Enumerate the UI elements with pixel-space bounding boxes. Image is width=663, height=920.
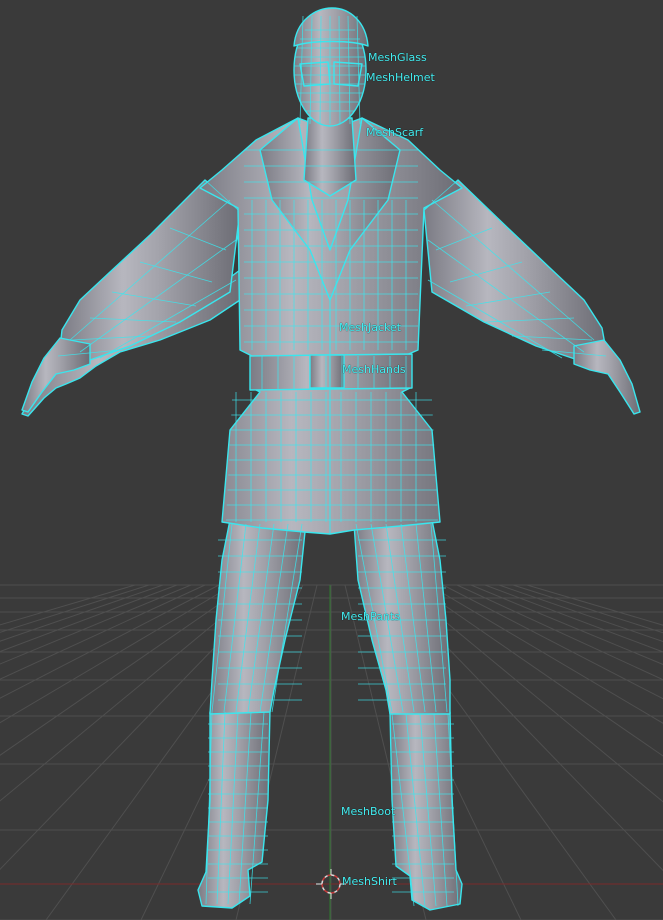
grid-line — [484, 584, 663, 653]
viewport-scene[interactable] — [0, 0, 663, 920]
belt-buckle[interactable] — [309, 354, 345, 389]
right-arm-mesh[interactable] — [423, 179, 607, 361]
grid-line — [512, 584, 663, 634]
grid-line — [0, 584, 234, 724]
object-label-shirt: MeshShirt — [342, 875, 397, 888]
object-label-helmet: MeshHelmet — [366, 71, 435, 84]
object-label-scarf: MeshScarf — [366, 126, 424, 139]
grid-line — [0, 584, 150, 633]
grid-line — [0, 584, 164, 642]
grid-line — [526, 584, 663, 626]
object-label-hands: MeshHands — [342, 363, 406, 376]
grid-line — [428, 584, 663, 724]
grid-line — [498, 584, 663, 643]
object-label-jacket: MeshJacket — [339, 321, 402, 334]
helmet-mesh[interactable] — [293, 7, 369, 47]
right-boot-mesh[interactable] — [389, 711, 463, 911]
object-label-boot: MeshBoot — [341, 805, 396, 818]
left-leg-mesh[interactable] — [209, 519, 307, 715]
grid-line — [0, 584, 136, 626]
grid-line — [442, 584, 663, 700]
object-label-pants: MeshPants — [341, 610, 400, 623]
3d-viewport[interactable]: MeshGlass MeshHelmet MeshScarf MeshJacke… — [0, 0, 663, 920]
grid-line — [0, 584, 220, 699]
right-hand-mesh[interactable] — [573, 339, 641, 415]
grid-line — [0, 584, 178, 653]
neck-mesh[interactable] — [303, 117, 357, 197]
object-label-glass: MeshGlass — [368, 51, 427, 64]
